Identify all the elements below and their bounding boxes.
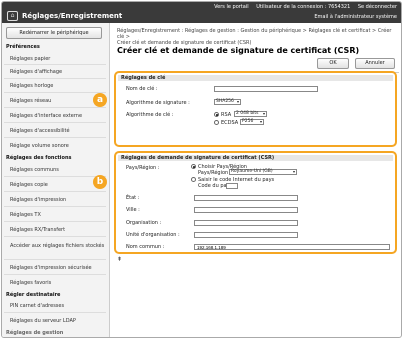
chevron-down-icon: ▾	[259, 119, 262, 124]
cancel-button[interactable]: Annuler	[355, 58, 395, 69]
divider	[4, 137, 106, 138]
state-input[interactable]	[194, 195, 298, 201]
window: Vers le portail Utilisateur de la connex…	[1, 1, 402, 338]
callout-b-badge: b	[93, 175, 107, 189]
ecdsa-curve-value: P256	[242, 119, 254, 124]
city-label: Ville :	[126, 207, 140, 213]
divider	[4, 64, 106, 65]
sidebar-item-display[interactable]: Réglages d'affichage	[10, 69, 62, 75]
signature-algorithm-value: SHA256	[216, 99, 234, 104]
divider	[4, 274, 106, 275]
choose-country-radio[interactable]	[191, 164, 196, 169]
main-content: Réglages/Enregistrement : Réglages de ge…	[111, 23, 401, 337]
country-value: Royaume-Uni (GB)	[231, 169, 273, 174]
top-arrow-icon[interactable]: ⇞	[117, 256, 122, 263]
organization-label: Organisation :	[126, 220, 162, 226]
csr-settings-heading: Réglages de demande de signature de cert…	[118, 155, 393, 161]
sidebar-item-volume[interactable]: Réglage volume sonore	[10, 143, 69, 149]
chevron-down-icon: ▾	[262, 111, 265, 116]
key-name-input[interactable]	[214, 86, 318, 92]
sidebar-item-paper[interactable]: Réglages papier	[10, 56, 50, 62]
sidebar-item-print[interactable]: Réglages d'impression	[10, 197, 66, 203]
ecdsa-radio[interactable]	[214, 120, 219, 125]
common-name-input[interactable]	[194, 244, 390, 250]
divider	[4, 206, 106, 207]
common-name-label: Nom commun :	[126, 244, 165, 250]
sidebar-heading-functions: Réglages des fonctions	[6, 155, 72, 161]
breadcrumb: Réglages/Enregistrement : Réglages de ge…	[117, 28, 399, 46]
divider	[4, 221, 106, 222]
chevron-down-icon: ▾	[236, 99, 239, 104]
country-select[interactable]: Royaume-Uni (GB) ▾	[229, 169, 297, 175]
login-user-text: Utilisateur de la connexion : 7654321	[256, 4, 351, 10]
sidebar-item-tx[interactable]: Réglages TX	[10, 212, 41, 218]
csr-settings-panel: Réglages de demande de signature de cert…	[114, 151, 397, 254]
state-label: État :	[126, 195, 140, 201]
sidebar-item-network[interactable]: Réglages réseau	[10, 98, 51, 104]
divider	[4, 312, 106, 313]
sidebar-item-clock[interactable]: Réglages horloge	[10, 83, 53, 89]
rsa-size-value: 2 048 bits	[236, 111, 259, 116]
sidebar-heading-preferences: Préférences	[6, 44, 40, 50]
sidebar-item-address-book-pin[interactable]: PIN carnet d'adresses	[10, 303, 64, 309]
admin-email-link[interactable]: Email à l'administrateur système	[314, 14, 397, 20]
ecdsa-label: ECDSA	[221, 120, 239, 126]
chevron-down-icon: ▾	[292, 169, 295, 174]
divider	[4, 107, 106, 108]
callout-a-badge: a	[93, 93, 107, 107]
restart-device-button[interactable]: Redémarrer le périphérique	[6, 27, 102, 39]
logout-link[interactable]: Se déconnecter	[358, 4, 397, 10]
organization-unit-label: Unité d'organisation :	[126, 232, 180, 238]
key-settings-panel: Réglages de clé Nom de clé : Algorithme …	[114, 71, 397, 147]
page-title: Créer clé et demande de signature de cer…	[117, 46, 360, 55]
sidebar-item-stored-files[interactable]: Accéder aux réglages fichiers stockés	[10, 242, 106, 250]
top-links: Vers le portail Utilisateur de la connex…	[208, 4, 397, 10]
divider	[4, 259, 106, 260]
rsa-label: RSA	[221, 112, 232, 118]
rsa-size-select[interactable]: 2 048 bits ▾	[234, 111, 267, 117]
sidebar-heading-management[interactable]: Réglages de gestion	[6, 330, 63, 336]
divider	[4, 78, 106, 79]
organization-input[interactable]	[194, 220, 298, 226]
sidebar-item-ldap[interactable]: Réglages du serveur LDAP	[10, 318, 76, 324]
divider	[4, 176, 106, 177]
sidebar-item-accessibility[interactable]: Réglages d'accessibilité	[10, 128, 70, 134]
sidebar-item-copy[interactable]: Réglages copie	[10, 182, 48, 188]
sidebar-item-common[interactable]: Réglages communs	[10, 167, 59, 173]
key-name-label: Nom de clé :	[126, 86, 158, 92]
signature-algorithm-label: Algorithme de signature :	[126, 100, 190, 106]
sidebar-heading-destination: Régler destinataire	[6, 292, 61, 298]
divider	[4, 236, 106, 237]
key-algorithm-label: Algorithme de clé :	[126, 112, 174, 118]
signature-algorithm-select[interactable]: SHA256 ▾	[214, 99, 241, 105]
breadcrumb-path[interactable]: Réglages/Enregistrement : Réglages de ge…	[117, 28, 399, 40]
divider	[4, 92, 106, 93]
sidebar-item-favorites[interactable]: Réglages favoris	[10, 280, 51, 286]
divider	[4, 122, 106, 123]
portal-link[interactable]: Vers le portail	[214, 4, 249, 10]
sidebar-item-external-interface[interactable]: Réglages d'interface externe	[10, 113, 82, 119]
sidebar-item-secure-print[interactable]: Réglages d'impression sécurisée	[10, 265, 92, 271]
rsa-radio[interactable]	[214, 112, 219, 117]
organization-unit-input[interactable]	[194, 232, 298, 238]
country-sub-label: Pays/Région :	[198, 170, 232, 176]
sidebar-item-rx-transfer[interactable]: Réglages RX/Transfert	[10, 227, 65, 233]
enter-code-radio[interactable]	[191, 177, 196, 182]
top-bar: Vers le portail Utilisateur de la connex…	[2, 2, 401, 23]
city-input[interactable]	[194, 207, 298, 213]
house-icon: ⌂	[7, 11, 18, 21]
divider	[4, 191, 106, 192]
ecdsa-curve-select[interactable]: P256 ▾	[240, 119, 264, 125]
app-title: Réglages/Enregistrement	[22, 12, 123, 20]
ok-button[interactable]: OK	[317, 58, 349, 69]
country-label: Pays/Région :	[126, 165, 160, 171]
key-settings-heading: Réglages de clé	[118, 75, 393, 81]
country-code-input[interactable]	[226, 183, 238, 189]
